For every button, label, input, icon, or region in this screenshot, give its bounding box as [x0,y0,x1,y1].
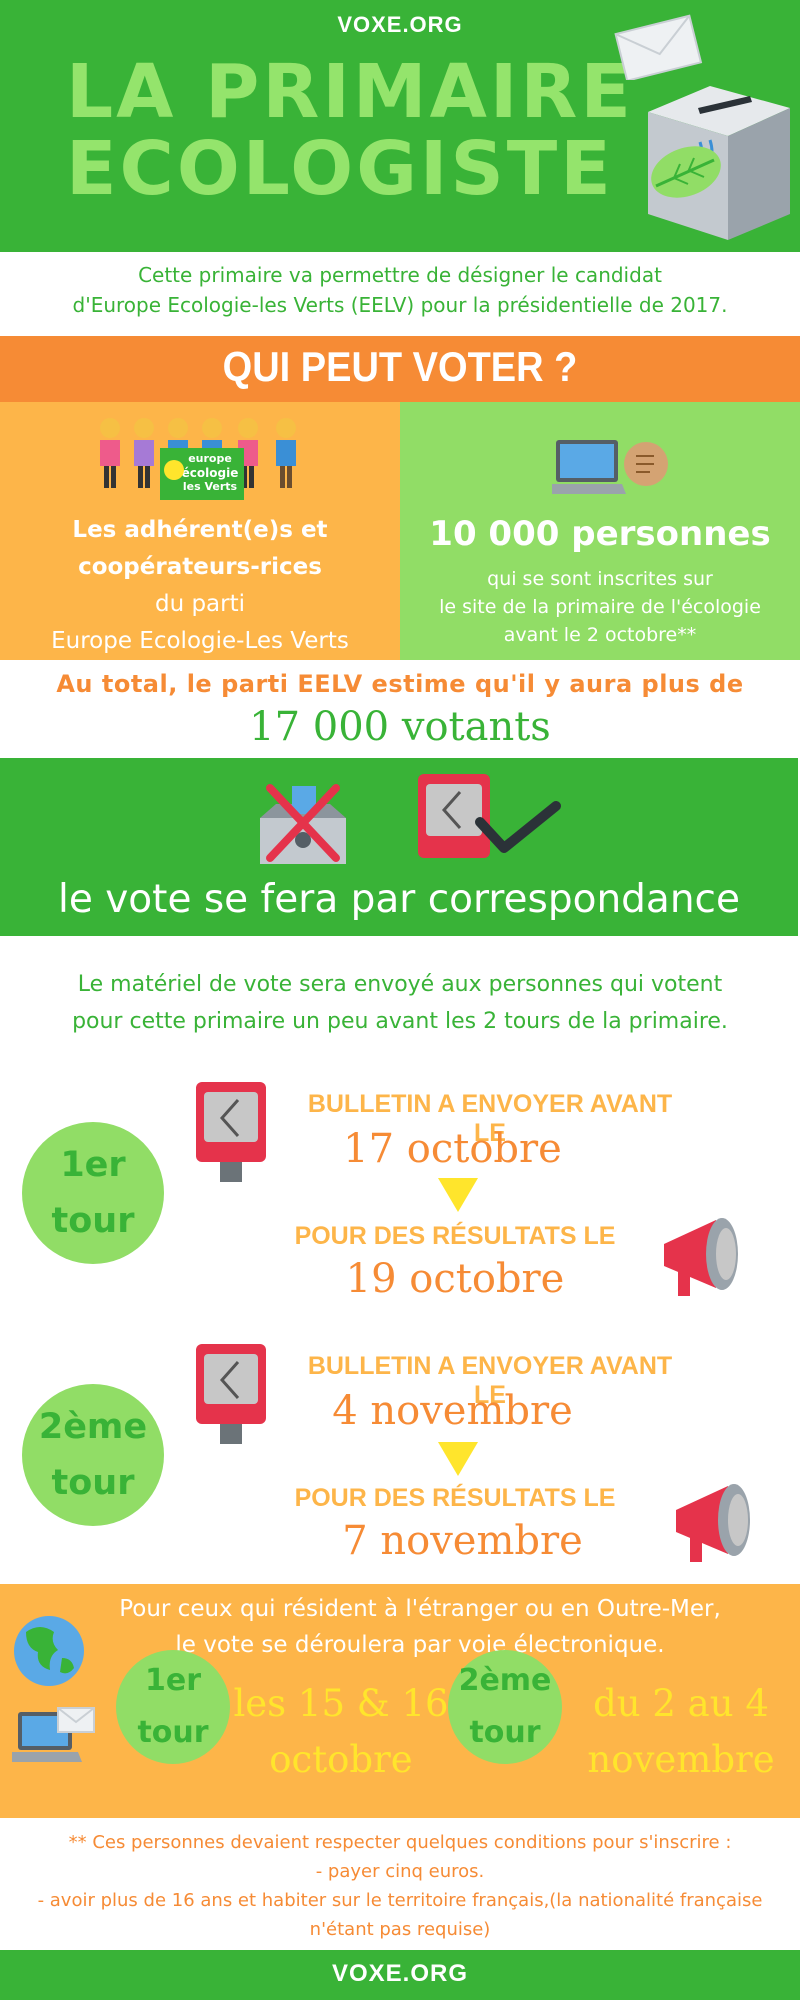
tour-1-send-date: 17 octobre [343,1126,562,1172]
members-party-text: du parti Europe Ecologie-Les Verts [10,586,390,660]
intro-line-2: d'Europe Ecologie-les Verts (EELV) pour … [72,293,728,317]
mailbox-icon [418,774,561,858]
materiel-text: Le matériel de vote sera envoyé aux pers… [40,966,760,1040]
tour-2-badge: 2ème tour [22,1384,164,1526]
tour-2-badge-line1: 2ème [38,1407,148,1447]
abroad-tour-1-line1: 1er [144,1663,201,1698]
abroad-tour-2-line1: 2ème [458,1663,552,1698]
tour-2-send-date: 4 novembre [332,1388,573,1434]
footnote-line-2: - payer cinq euros. [315,1861,485,1882]
intro-text: Cette primaire va permettre de désigner … [40,260,760,320]
abroad-tour-2-date-line1: du 2 au 4 [593,1682,769,1725]
tour-1-result-label: POUR DES RÉSULTATS LE [294,1222,616,1250]
members-line-4: Europe Ecologie-Les Verts [51,628,349,654]
footnote-line-4: n'étant pas requise) [309,1919,491,1940]
footnote-line-1: ** Ces personnes devaient respecter quel… [68,1832,732,1853]
abroad-tour-1-dates: les 15 & 16 octobre [230,1676,452,1788]
abroad-tour-2-dates: du 2 au 4 novembre [570,1676,792,1788]
ballot-box-icon [648,86,790,240]
down-arrow-icon [438,1178,478,1212]
footnote-line-3: - avoir plus de 16 ans et habiter sur le… [37,1890,763,1911]
abroad-line-1: Pour ceux qui résident à l'étranger ou e… [119,1596,721,1622]
registered-line-2: le site de la primaire de l'écologie [439,596,761,618]
main-title-line2: ECOLOGISTE [66,126,614,212]
crossed-ballot-box-icon [260,784,346,864]
members-line-1: Les adhérent(e)s et [72,517,328,543]
logo-line-3: les Verts [182,480,238,493]
laptop-icon [552,440,668,494]
registered-line-1: qui se sont inscrites sur [487,568,713,590]
tour-2-result-date: 7 novembre [342,1518,583,1564]
megaphone-icon [664,1218,738,1296]
abroad-tour-2-date-line2: novembre [587,1738,775,1781]
abroad-tour-2-badge: 2ème tour [448,1650,562,1764]
main-title-line1: LA PRIMAIRE [66,49,634,135]
laptop-mail-icon [12,1707,95,1762]
materiel-line-1: Le matériel de vote sera envoyé aux pers… [77,972,723,997]
mailbox-icon [196,1344,266,1444]
mailbox-icon [196,1082,266,1182]
site-name-bottom[interactable]: VOXE.ORG [0,1960,800,1988]
check-icon [475,801,561,853]
registered-count: 10 000 personnes [429,514,771,554]
abroad-tour-1-line2: tour [137,1715,209,1750]
tour-1-badge-line2: tour [51,1201,135,1241]
materiel-line-2: pour cette primaire un peu avant les 2 t… [72,1009,728,1034]
footnote: ** Ces personnes devaient respecter quel… [20,1828,780,1944]
tour-1-badge-line1: 1er [60,1145,126,1185]
tour-1-result-date: 19 octobre [345,1256,565,1302]
megaphone-icon [676,1484,750,1562]
sun-icon [164,460,184,480]
registered-detail: qui se sont inscrites sur le site de la … [400,565,800,649]
members-line-2: coopérateurs-rices [78,554,322,580]
fist-icon [624,442,668,486]
mail-vote-text: le vote se fera par correspondance [58,877,740,922]
registered-line-3: avant le 2 octobre** [503,624,697,646]
abroad-tour-1-date-line2: octobre [269,1738,413,1781]
down-arrow-icon [438,1442,478,1476]
who-can-vote-title: QUI PEUT VOTER ? [222,344,578,392]
members-bold-text: Les adhérent(e)s et coopérateurs-rices [10,512,390,586]
abroad-tour-1-badge: 1er tour [116,1650,230,1764]
total-estimate-text: Au total, le parti EELV estime qu'il y a… [56,670,744,698]
globe-icon [14,1616,84,1686]
abroad-tour-2-line2: tour [469,1715,541,1750]
intro-line-1: Cette primaire va permettre de désigner … [138,263,662,287]
eelv-logo: europe écologie les Verts [160,448,244,500]
members-line-3: du parti [154,591,246,617]
abroad-tour-1-date-line1: les 15 & 16 [233,1682,449,1725]
total-voters: 17 000 votants [249,704,551,750]
tour-2-result-label: POUR DES RÉSULTATS LE [294,1484,616,1512]
tour-1-badge: 1er tour [22,1122,164,1264]
tour-2-badge-line2: tour [51,1463,135,1503]
